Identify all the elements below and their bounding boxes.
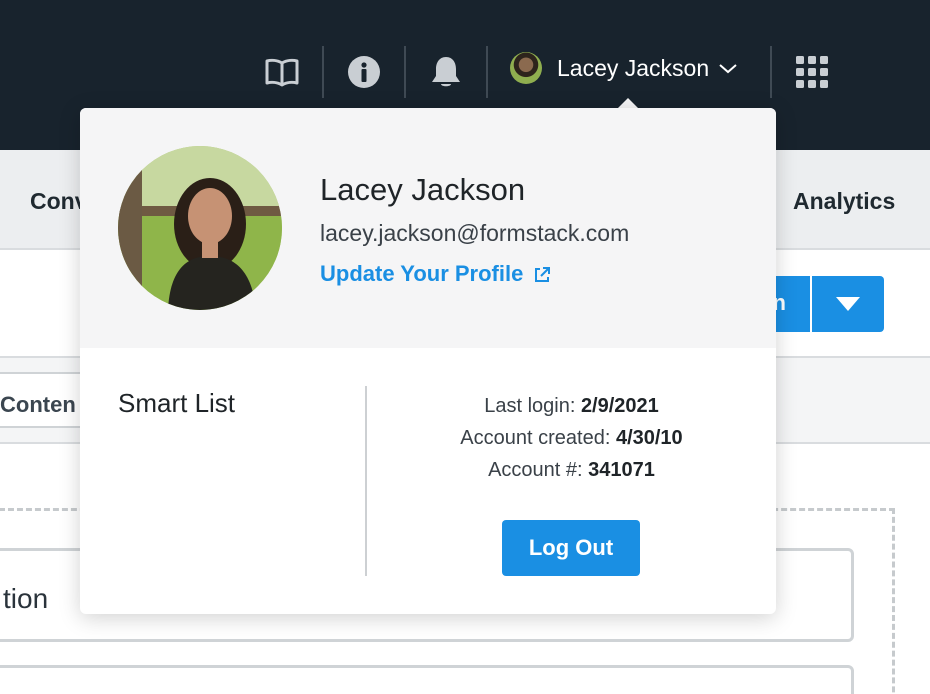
account-created-value: 4/30/10: [615, 427, 683, 449]
external-link-icon: [535, 267, 551, 282]
docs-button[interactable]: [262, 52, 302, 92]
apps-button[interactable]: [792, 52, 832, 92]
account-number-row: Account #: 341071: [367, 454, 776, 486]
account-created-row: Account created: 4/30/10: [367, 422, 776, 454]
info-button[interactable]: [344, 52, 384, 92]
logout-button[interactable]: Log Out: [502, 520, 640, 576]
account-number-label: Account #:: [488, 459, 583, 481]
header-separator: [770, 46, 772, 98]
last-login-label: Last login:: [484, 395, 576, 417]
caret-down-icon: [836, 297, 860, 311]
account-stats: Last login: 2/9/2021 Account created: 4/…: [367, 390, 776, 486]
bell-icon: [432, 57, 460, 87]
tab-content-label: Conten: [0, 392, 76, 417]
update-profile-link[interactable]: Update Your Profile: [320, 261, 551, 287]
book-icon: [265, 58, 299, 87]
app-root: Conv Analytics n Conten tion Lacey Jacks…: [0, 0, 930, 694]
account-number-value: 341071: [588, 459, 655, 481]
update-profile-label: Update Your Profile: [320, 261, 524, 286]
profile-email: lacey.jackson@formstack.com: [320, 220, 630, 246]
avatar: [510, 52, 542, 84]
last-login-row: Last login: 2/9/2021: [367, 390, 776, 422]
smart-list-label: Smart List: [118, 388, 236, 418]
user-menu-toggle[interactable]: Lacey Jackson: [510, 50, 737, 86]
user-menu-name: Lacey Jackson: [557, 54, 710, 81]
header-separator: [404, 46, 406, 98]
nav-item-analytics[interactable]: Analytics: [793, 188, 895, 215]
nav-item-conv[interactable]: Conv: [30, 188, 88, 215]
profile-avatar: [118, 146, 282, 310]
create-dropdown-button[interactable]: [812, 276, 884, 332]
profile-name: Lacey Jackson: [320, 172, 526, 207]
info-icon: [348, 56, 380, 88]
profile-header: Lacey Jackson lacey.jackson@formstack.co…: [80, 108, 776, 348]
header-separator: [322, 46, 324, 98]
content-card-title: tion: [3, 583, 49, 614]
chevron-down-icon: [719, 64, 737, 74]
header-separator: [486, 46, 488, 98]
apps-grid-icon: [796, 56, 828, 88]
notifications-button[interactable]: [426, 52, 466, 92]
profile-photo: [118, 146, 282, 310]
last-login-value: 2/9/2021: [580, 395, 659, 417]
account-created-label: Account created:: [460, 427, 611, 449]
content-card[interactable]: [0, 665, 854, 694]
profile-popup: Lacey Jackson lacey.jackson@formstack.co…: [80, 108, 776, 614]
